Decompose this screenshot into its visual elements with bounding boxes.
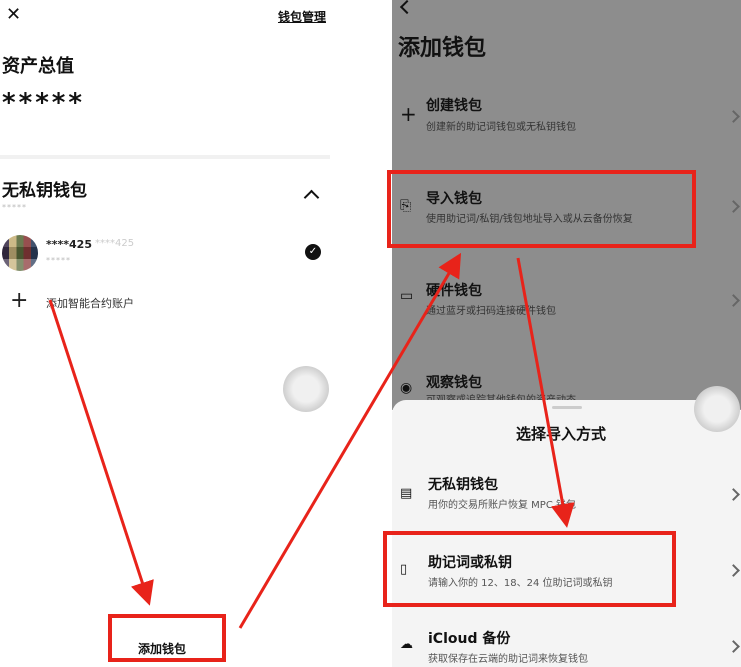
arrow-to-import-wallet [238,252,462,629]
annotation-arrows [48,252,575,629]
arrow-to-add-wallet [48,299,154,606]
arrow-to-mnemonic-option [516,257,575,528]
